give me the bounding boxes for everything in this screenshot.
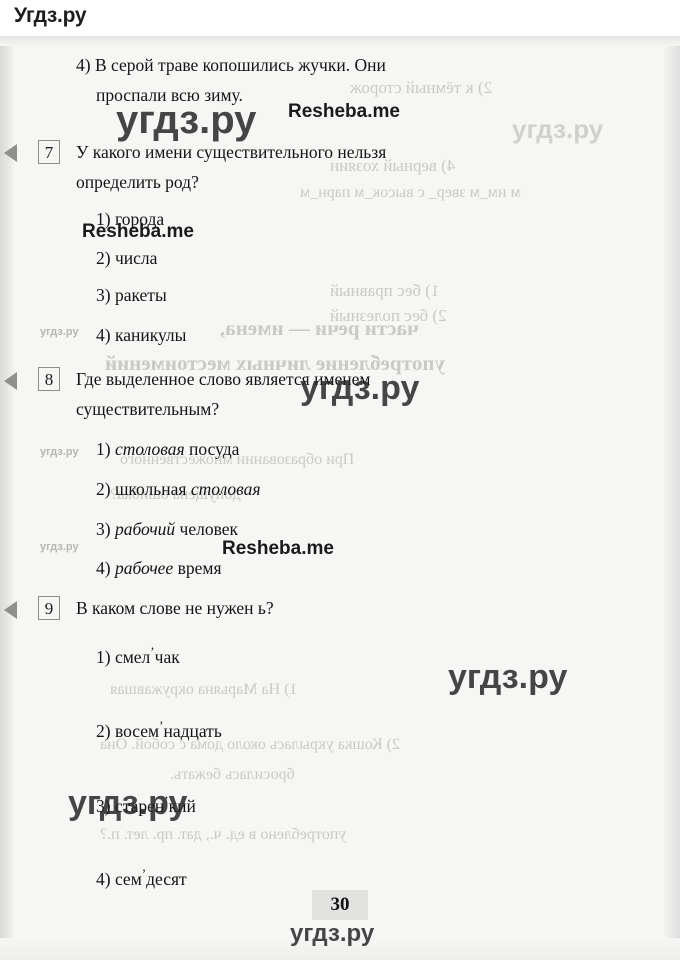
scanned-page: 2) к тёмный сторож 4) верный хозяин м им… [0,36,680,960]
bleed-text: 1) На Марьяна окружавшая [110,681,298,698]
question-9-option-3[interactable]: 3) старенʼкий [96,788,680,819]
question-4-line2: проспали всю зиму. [96,85,243,105]
option-suffix: посуда [184,439,240,459]
option-prefix: 3) [96,519,115,539]
option-suffix: десят [146,869,187,890]
option-prefix: 3) старен [96,795,165,816]
option-suffix: время [173,558,222,578]
watermark-ugdz: угдз.ру [512,114,604,144]
question-8-number: 8 [38,367,60,391]
watermark-ugdz-small: угдз.ру [40,446,79,458]
site-logo[interactable]: Угдз.ру [14,4,87,28]
bleed-text: 2) к тёмный сторож [350,78,493,97]
watermark-resheba: Resheba.me [222,538,334,559]
question-9-option-4[interactable]: 4) семʼдесят [96,861,680,892]
option-prefix: 1) смел [96,646,151,667]
option-italic: рабочий [114,519,176,539]
question-7-option-1[interactable]: 1) города [96,206,164,232]
question-7-option-4[interactable]: 4) каникулы [96,322,186,348]
option-suffix: надцать [163,720,222,741]
option-prefix: 4) сем [96,869,142,890]
page-bottom-edge [0,938,680,960]
site-header: Угдз.ру [0,0,680,36]
option-suffix: человек [175,519,239,539]
question-8-option-2[interactable]: 2) школьная столовая [96,476,261,502]
page-left-edge [0,36,14,960]
marker-arrow-icon [4,601,17,619]
question-8-option-4[interactable]: 4) рабочее время [96,555,222,581]
option-italic: рабочее [114,558,174,578]
question-9-line1: В каком слове не нужен ь? [76,598,274,618]
watermark-ugdz-small: угдз.ру [40,541,79,553]
question-7-number: 7 [38,140,60,164]
watermark-resheba: Resheba.me [288,101,400,122]
question-9-number: 9 [38,596,60,620]
bleed-text: части речи — имена, [220,316,419,340]
bleed-text: м им_м звер_ с высок_м парн_м [300,184,521,201]
question-7-line1: У какого имени существительного нельзя [76,142,387,162]
page-number: 30 [312,890,368,920]
question-4-line1: 4) В серой траве копошились жучки. Они [76,55,386,75]
question-7-option-2[interactable]: 2) числа [96,245,157,271]
question-8-option-1[interactable]: 1) столовая посуда [96,436,239,462]
option-suffix: чак [154,646,180,667]
question-7-option-3[interactable]: 3) ракеты [96,282,167,308]
question-8-line1: Где выделенное слово является именем [76,369,371,389]
bleed-text: 2) бес полезный [330,306,447,325]
question-8-option-3[interactable]: 3) рабочий человек [96,516,238,542]
option-suffix: кий [168,795,196,816]
option-prefix: 4) [96,558,115,578]
option-italic: столовая [114,439,185,459]
option-italic: столовая [190,479,261,499]
question-9-option-2[interactable]: 2) восемʼнадцать [96,713,680,744]
watermark-ugdz-small: угдз.ру [40,326,79,338]
bleed-text: 1) бес правный [330,281,440,300]
page-top-edge [0,36,680,46]
bleed-text: употреблено в ед. ч., дат. пр. лет. п.? [100,826,347,843]
marker-arrow-icon [4,372,17,390]
question-9-option-1[interactable]: 1) смелʼчак [96,639,680,670]
page-right-edge [664,36,680,960]
question-8-line2: существительным? [76,399,220,419]
option-prefix: 2) школьная [96,479,191,499]
option-prefix: 1) [96,439,115,459]
question-7-line2: определить род? [76,172,199,192]
marker-arrow-icon [4,144,17,162]
option-prefix: 2) восем [96,720,160,741]
bleed-text: бросилась бежать. [170,766,295,783]
